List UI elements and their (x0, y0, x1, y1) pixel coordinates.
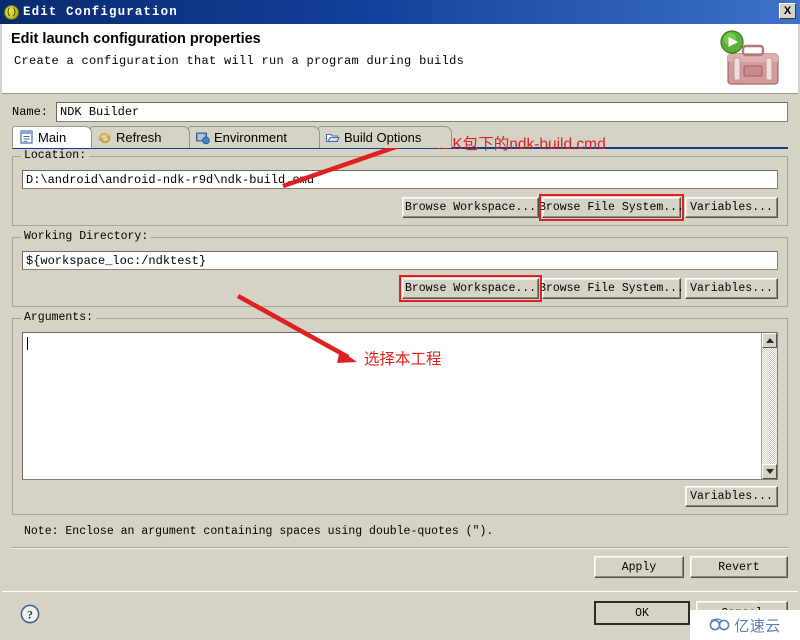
arguments-legend: Arguments: (21, 311, 97, 324)
question-mark-icon[interactable]: ? (20, 604, 40, 624)
location-variables-button[interactable]: Variables... (685, 197, 778, 218)
location-legend: Location: (21, 149, 90, 162)
window-titlebar: () Edit Configuration X (0, 0, 800, 24)
tab-main[interactable]: Main (12, 126, 92, 148)
location-browse-file-system-button[interactable]: Browse File System... (539, 197, 684, 218)
toolbox-with-run-icon (720, 30, 779, 85)
tab-bar: Main Refresh Environment Build Options (12, 126, 788, 149)
name-input[interactable] (56, 102, 788, 122)
svg-text:?: ? (27, 607, 33, 621)
watermark: 亿速云 (690, 610, 800, 640)
edit-configuration-dialog: () Edit Configuration X Edit launch conf… (0, 0, 800, 640)
tab-environment-label: Environment (214, 130, 287, 145)
tab-refresh-label: Refresh (116, 130, 162, 145)
tab-build-options[interactable]: Build Options (318, 126, 452, 148)
working-directory-input[interactable] (22, 251, 778, 270)
text-caret (27, 337, 28, 350)
dialog-body: Name: Main (2, 94, 798, 591)
tab-build-options-label: Build Options (344, 130, 422, 145)
cloud-logo-icon (709, 618, 730, 631)
close-icon[interactable]: X (779, 3, 796, 19)
arguments-textarea[interactable] (22, 332, 778, 480)
apply-button[interactable]: Apply (594, 556, 684, 578)
location-browse-workspace-button[interactable]: Browse Workspace... (402, 197, 539, 218)
refresh-arrows-icon (98, 132, 111, 143)
arguments-group: Arguments: Variables... (12, 311, 788, 515)
tab-environment[interactable]: Environment (188, 126, 320, 148)
tab-main-label: Main (38, 129, 67, 145)
document-icon (20, 130, 33, 144)
working-directory-browse-workspace-button[interactable]: Browse Workspace... (402, 278, 539, 299)
environment-icon (196, 132, 210, 144)
location-input[interactable] (22, 170, 778, 189)
working-directory-legend: Working Directory: (21, 230, 152, 243)
name-label: Name: (12, 105, 49, 119)
dialog-header: Edit launch configuration properties Cre… (2, 24, 798, 94)
arguments-scrollbar[interactable] (761, 333, 777, 479)
chevron-down-icon (765, 469, 774, 474)
ok-button[interactable]: OK (594, 601, 690, 625)
config-circle-icon: () (4, 4, 19, 20)
chevron-up-icon (765, 338, 774, 343)
revert-button[interactable]: Revert (690, 556, 788, 578)
page-title: Edit launch configuration properties (11, 31, 261, 47)
dialog-footer: ? OK Cancel (2, 591, 798, 638)
folder-open-icon (325, 133, 340, 142)
tab-refresh[interactable]: Refresh (90, 126, 190, 148)
scroll-up-button[interactable] (762, 333, 777, 348)
scroll-down-button[interactable] (762, 464, 777, 479)
window-title: Edit Configuration (23, 5, 178, 19)
watermark-text: 亿速云 (734, 617, 781, 635)
location-group: Location: Browse Workspace... Browse Fil… (12, 149, 788, 226)
working-directory-group: Working Directory: Browse Workspace... B… (12, 230, 788, 307)
arguments-note: Note: Enclose an argument containing spa… (24, 525, 494, 538)
form-separator (12, 547, 788, 549)
working-directory-variables-button[interactable]: Variables... (685, 278, 778, 299)
arguments-variables-button[interactable]: Variables... (685, 486, 778, 507)
name-row: Name: (12, 102, 788, 122)
page-subtitle: Create a configuration that will run a p… (14, 54, 465, 68)
working-directory-browse-file-system-button[interactable]: Browse File System... (539, 278, 684, 299)
